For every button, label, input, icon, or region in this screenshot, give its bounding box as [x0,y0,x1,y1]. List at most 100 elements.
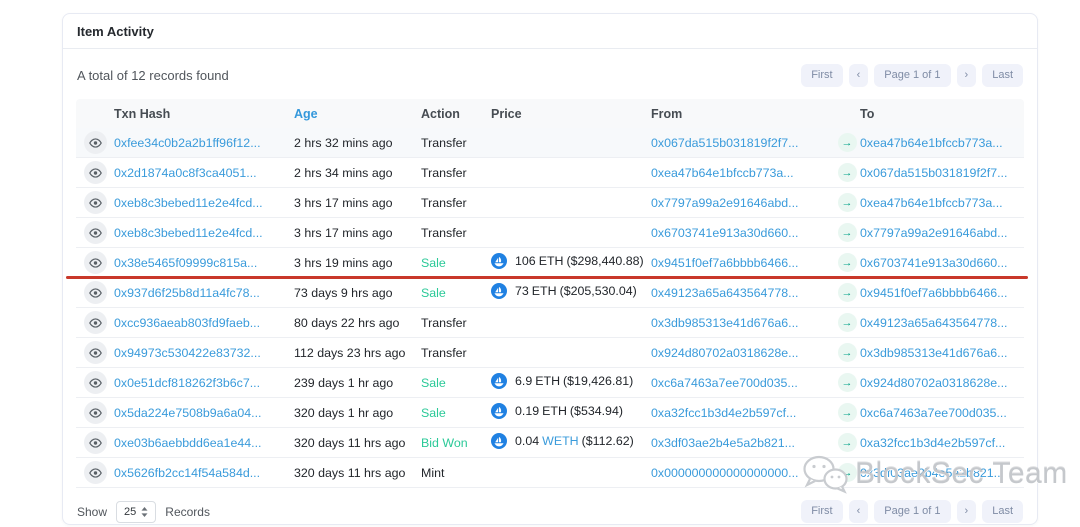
eye-icon [89,138,102,148]
pagination-prev-button[interactable]: ‹ [849,64,869,87]
opensea-ship-icon [491,433,507,449]
age-text: 3 hrs 17 mins ago [294,196,393,210]
to-address-link[interactable]: 0xea47b64e1bfccb773a... [860,136,1003,150]
eye-icon [89,198,102,208]
to-address-link[interactable]: 0x3df03ae2b4e5a2b821... [860,466,1004,480]
from-address-link[interactable]: 0x924d80702a0318628e... [651,346,798,360]
table-row: 0x94973c530422e83732... 112 days 23 hrs … [76,338,1024,368]
age-text: 320 days 1 hr ago [294,406,393,420]
txn-hash-link[interactable]: 0x5626fb2cc14f54a584d... [114,466,260,480]
eye-icon [89,438,102,448]
from-address-link[interactable]: 0x3df03ae2b4e5a2b821... [651,436,795,450]
txn-hash-link[interactable]: 0xeb8c3bebed11e2e4fcd... [114,196,263,210]
from-address-link[interactable]: 0x000000000000000000... [651,466,798,480]
age-text: 320 days 11 hrs ago [294,466,405,480]
age-text: 73 days 9 hrs ago [294,286,393,300]
table-row: 0x937d6f25b8d11a4fc78... 73 days 9 hrs a… [76,278,1024,308]
eye-icon [89,318,102,328]
from-address-link[interactable]: 0xea47b64e1bfccb773a... [651,166,794,180]
view-details-button[interactable] [84,311,107,334]
txn-hash-link[interactable]: 0xcc936aeab803fd9faeb... [114,316,260,330]
age-text: 112 days 23 hrs ago [294,346,405,360]
from-address-link[interactable]: 0xc6a7463a7ee700d035... [651,376,798,390]
price-amount: 106 [515,254,536,268]
view-details-button[interactable] [84,191,107,214]
price-currency: ETH [542,404,567,418]
txn-hash-link[interactable]: 0xfee34c0b2a2b1ff96f12... [114,136,261,150]
arrow-right-icon: → [838,433,857,452]
to-address-link[interactable]: 0x924d80702a0318628e... [860,376,1007,390]
column-header-txn-hash: Txn Hash [114,107,294,121]
view-details-button[interactable] [84,161,107,184]
price-usd: ($19,426.81) [563,374,633,388]
from-address-link[interactable]: 0x067da515b031819f2f7... [651,136,798,150]
txn-hash-link[interactable]: 0x94973c530422e83732... [114,346,261,360]
price-amount: 6.9 [515,374,532,388]
txn-hash-link[interactable]: 0xe03b6aebbdd6ea1e44... [114,436,261,450]
page-size-select[interactable]: 25 [116,501,156,523]
price-cell: 73 ETH ($205,530.04) [491,283,637,299]
action-label: Transfer [421,316,467,330]
to-address-link[interactable]: 0xc6a7463a7ee700d035... [860,406,1007,420]
view-details-button[interactable] [84,431,107,454]
txn-hash-link[interactable]: 0x937d6f25b8d11a4fc78... [114,286,260,300]
column-header-action: Action [421,107,491,121]
age-text: 80 days 22 hrs ago [294,316,399,330]
txn-hash-link[interactable]: 0x2d1874a0c8f3ca4051... [114,166,257,180]
show-label: Show [77,505,107,519]
txn-hash-link[interactable]: 0x38e5465f09999c815a... [114,256,257,270]
from-address-link[interactable]: 0xa32fcc1b3d4e2b597cf... [651,406,796,420]
to-address-link[interactable]: 0x6703741e913a30d660... [860,256,1007,270]
action-label: Sale [421,376,446,390]
to-address-link[interactable]: 0xa32fcc1b3d4e2b597cf... [860,436,1005,450]
activity-table: Txn Hash Age Action Price From To 0xfee3… [76,99,1024,488]
to-address-link[interactable]: 0x067da515b031819f2f7... [860,166,1007,180]
view-details-button[interactable] [84,221,107,244]
table-row: 0xcc936aeab803fd9faeb... 80 days 22 hrs … [76,308,1024,338]
view-details-button[interactable] [84,401,107,424]
arrow-right-icon: → [838,343,857,362]
table-row: 0xeb8c3bebed11e2e4fcd... 3 hrs 17 mins a… [76,218,1024,248]
pagination-bottom-prev-button[interactable]: ‹ [849,500,869,523]
arrow-right-icon: → [838,313,857,332]
view-details-button[interactable] [84,281,107,304]
pagination-last-button[interactable]: Last [982,64,1023,87]
price-usd: ($112.62) [582,434,634,448]
from-address-link[interactable]: 0x49123a65a643564778... [651,286,798,300]
to-address-link[interactable]: 0x49123a65a643564778... [860,316,1007,330]
txn-hash-link[interactable]: 0x5da224e7508b9a6a04... [114,406,261,420]
to-address-link[interactable]: 0xea47b64e1bfccb773a... [860,196,1003,210]
price-currency[interactable]: WETH [542,434,578,448]
view-details-button[interactable] [84,131,107,154]
to-address-link[interactable]: 0x3db985313e41d676a6... [860,346,1007,360]
arrow-right-icon: → [838,163,857,182]
txn-hash-link[interactable]: 0xeb8c3bebed11e2e4fcd... [114,226,263,240]
from-address-link[interactable]: 0x9451f0ef7a6bbbb6466... [651,256,798,270]
pagination-bottom-first-button[interactable]: First [801,500,842,523]
action-label: Transfer [421,346,467,360]
opensea-ship-icon [491,283,507,299]
to-address-link[interactable]: 0x9451f0ef7a6bbbb6466... [860,286,1007,300]
pagination-first-button[interactable]: First [801,64,842,87]
column-header-price: Price [491,107,651,121]
to-address-link[interactable]: 0x7797a99a2e91646abd... [860,226,1007,240]
pagination-bottom-last-button[interactable]: Last [982,500,1023,523]
view-details-button[interactable] [84,251,107,274]
from-address-link[interactable]: 0x6703741e913a30d660... [651,226,798,240]
column-header-age-sort-link[interactable]: Age [294,107,318,121]
eye-icon [89,408,102,418]
view-details-button[interactable] [84,341,107,364]
eye-icon [89,348,102,358]
eye-icon [89,228,102,238]
from-address-link[interactable]: 0x7797a99a2e91646abd... [651,196,798,210]
txn-hash-link[interactable]: 0x0e51dcf818262f3b6c7... [114,376,260,390]
price-currency: ETH [532,284,557,298]
price-currency: ETH [539,254,564,268]
from-address-link[interactable]: 0x3db985313e41d676a6... [651,316,798,330]
action-label: Transfer [421,166,467,180]
records-label: Records [165,505,210,519]
view-details-button[interactable] [84,371,107,394]
pagination-bottom-next-button[interactable]: › [957,500,977,523]
pagination-next-button[interactable]: › [957,64,977,87]
view-details-button[interactable] [84,461,107,484]
